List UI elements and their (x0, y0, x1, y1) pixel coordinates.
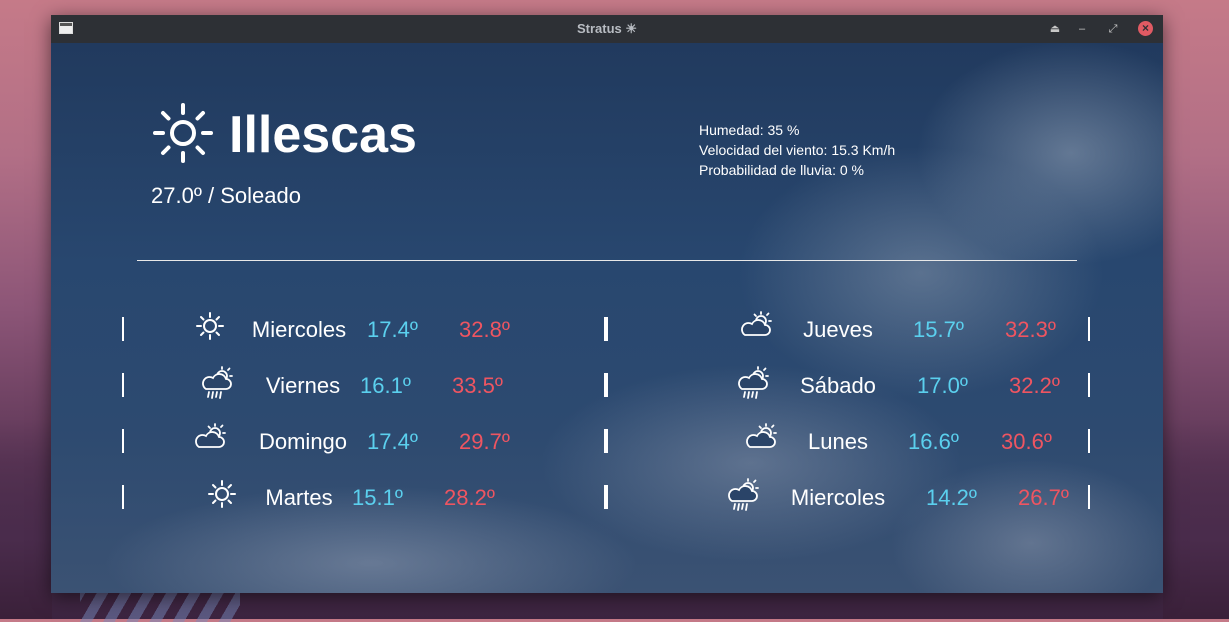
row-separator (606, 373, 608, 397)
shade-button[interactable]: ⏏ (1046, 20, 1064, 38)
forecast-row: Miercoles 14.2º 26.7º (606, 478, 1090, 537)
forecast-min-temp: 14.2º (926, 485, 977, 510)
row-separator (1088, 485, 1090, 509)
forecast-max-temp: 28.2º (444, 485, 495, 510)
row-separator (1088, 317, 1090, 341)
forecast-row: Martes 15.1º 28.2º (122, 478, 606, 537)
app-window: Stratus ☀ ⏏ – ⤢ × Illescas 27.0º / Solea… (51, 15, 1163, 593)
forecast-day: Lunes (808, 429, 868, 454)
forecast-max-temp: 32.3º (1005, 317, 1056, 342)
forecast-day: Viernes (265, 373, 341, 398)
forecast-row: Jueves 15.7º 32.3º (606, 310, 1090, 369)
forecast-column-right: Jueves 15.7º 32.3º Sábado 17.0º 32.2º Lunes 16.… (606, 310, 1090, 537)
forecast-row: Sábado 17.0º 32.2º (606, 366, 1090, 425)
row-separator (606, 429, 608, 453)
row-separator (606, 317, 608, 341)
sun-cloud-rain-icon (736, 366, 769, 399)
forecast-day: Jueves (803, 317, 873, 342)
forecast-min-temp: 17.4º (367, 429, 418, 454)
forecast-max-temp: 32.2º (1009, 373, 1060, 398)
titlebar: Stratus ☀ ⏏ – ⤢ × (51, 15, 1163, 44)
current-details: Humedad: 35 % Velocidad del viento: 15.3… (699, 120, 895, 180)
minimize-button[interactable]: – (1073, 20, 1091, 38)
forecast-min-temp: 16.1º (360, 373, 411, 398)
sun-cloud-rain-icon (726, 478, 759, 511)
forecast-day: Sábado (800, 373, 876, 398)
sun-cloud-icon (744, 422, 777, 454)
sun-icon (153, 103, 213, 163)
forecast-row: Miercoles 17.4º 32.8º (122, 310, 606, 369)
desktop-right-edge (1163, 419, 1229, 619)
forecast-column-left: Miercoles 17.4º 32.8º Viernes 16.1º 33.5º Domi… (122, 310, 606, 537)
forecast-max-temp: 33.5º (452, 373, 503, 398)
row-separator (122, 429, 124, 453)
forecast-day: Miercoles (251, 317, 347, 342)
forecast-row: Viernes 16.1º 33.5º (122, 366, 606, 425)
forecast-max-temp: 29.7º (459, 429, 510, 454)
forecast-day: Domingo (258, 429, 348, 454)
forecast-max-temp: 32.8º (459, 317, 510, 342)
desktop-left-edge (0, 419, 52, 619)
close-button[interactable]: × (1138, 21, 1153, 36)
current-summary: 27.0º / Soleado (151, 183, 301, 208)
forecast-min-temp: 15.1º (352, 485, 403, 510)
forecast-min-temp: 15.7º (913, 317, 964, 342)
forecast-max-temp: 30.6º (1001, 429, 1052, 454)
sun-icon (206, 478, 238, 510)
sun-cloud-rain-icon (200, 366, 233, 399)
forecast-min-temp: 16.6º (908, 429, 959, 454)
wind-text: Velocidad del viento: 15.3 Km/h (699, 142, 896, 158)
forecast-min-temp: 17.0º (917, 373, 968, 398)
sun-cloud-icon (739, 310, 772, 342)
forecast-min-temp: 17.4º (367, 317, 418, 342)
row-separator (122, 373, 124, 397)
forecast-row: Domingo 17.4º 29.7º (122, 422, 606, 481)
forecast-max-temp: 26.7º (1018, 485, 1069, 510)
city-name: Illescas (229, 106, 417, 164)
divider (137, 260, 1077, 261)
row-separator (1088, 373, 1090, 397)
maximize-button[interactable]: ⤢ (1104, 20, 1122, 38)
row-separator (122, 317, 124, 341)
sun-cloud-icon (193, 422, 226, 454)
forecast-day: Martes (265, 485, 333, 510)
humidity-text: Humedad: 35 % (699, 122, 800, 138)
forecast-day: Miercoles (790, 485, 886, 510)
window-title: Stratus ☀ (576, 21, 638, 36)
sun-icon (194, 310, 226, 342)
forecast-row: Lunes 16.6º 30.6º (606, 422, 1090, 481)
weather-panel: Illescas 27.0º / Soleado Humedad: 35 % V… (51, 43, 1163, 593)
row-separator (1088, 429, 1090, 453)
row-separator (606, 485, 608, 509)
rain-text: Probabilidad de lluvia: 0 % (699, 162, 864, 178)
row-separator (122, 485, 124, 509)
